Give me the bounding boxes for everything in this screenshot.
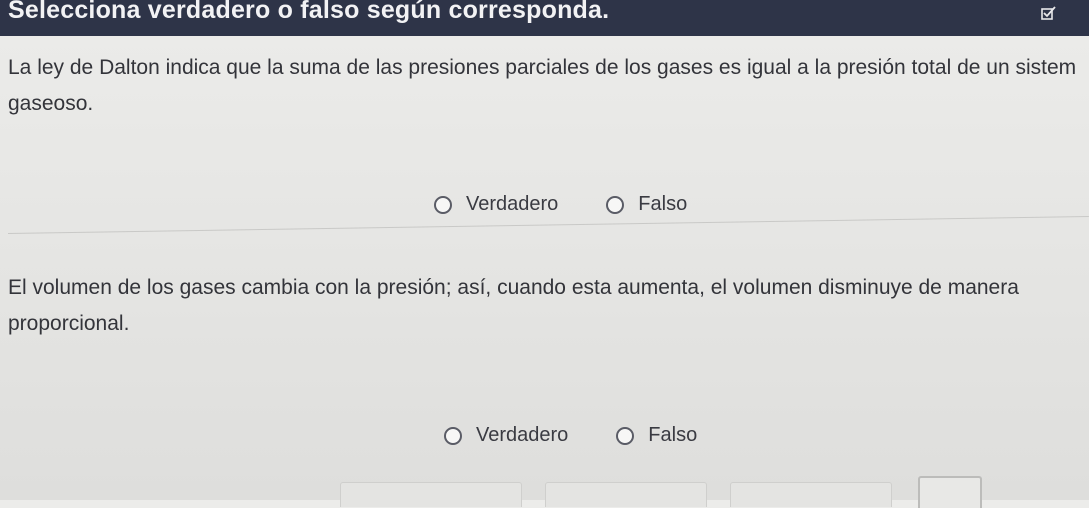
option-label: Falso (638, 193, 688, 215)
bottom-panel-edge (545, 482, 707, 507)
question-2-line-1: El volumen de los gases cambia con la pr… (8, 276, 1019, 299)
radio-button[interactable] (606, 195, 625, 214)
question-1-text: La ley de Dalton indica que la suma de l… (8, 50, 1089, 122)
header-bar: Selecciona verdadero o falso según corre… (0, 0, 1089, 36)
question-1-option-falso[interactable]: Falso (606, 193, 687, 216)
page-title: Selecciona verdadero o falso según corre… (8, 0, 610, 24)
radio-button[interactable] (616, 426, 635, 445)
question-1-line-1: La ley de Dalton indica que la suma de l… (8, 56, 1077, 79)
question-2-option-verdadero[interactable]: Verdadero (444, 424, 568, 447)
question-1-options: Verdadero Falso (434, 193, 687, 216)
option-label: Verdadero (476, 424, 569, 446)
bottom-panel-edge (340, 482, 522, 507)
question-2-text: El volumen de los gases cambia con la pr… (8, 270, 1089, 342)
question-1-line-2: gaseoso. (8, 92, 94, 115)
bottom-panel-edge (730, 482, 892, 507)
check-square-icon[interactable] (1037, 3, 1061, 23)
question-2-options: Verdadero Falso (444, 424, 697, 447)
option-label: Falso (648, 424, 698, 446)
question-divider (7, 216, 1089, 234)
question-2-line-2: proporcional. (8, 312, 130, 335)
bottom-check-button[interactable] (918, 476, 982, 508)
radio-button[interactable] (444, 426, 462, 445)
radio-button[interactable] (434, 195, 452, 214)
question-1-option-verdadero[interactable]: Verdadero (434, 193, 558, 216)
option-label: Verdadero (466, 193, 559, 215)
question-2-option-falso[interactable]: Falso (616, 424, 697, 447)
